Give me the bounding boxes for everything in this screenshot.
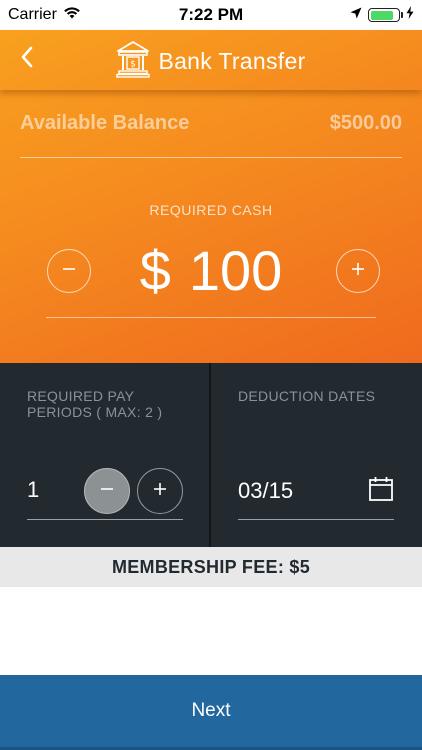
membership-fee-text: MEMBERSHIP FEE: $5 — [111, 556, 311, 577]
amount-value: 100 — [188, 238, 283, 302]
increase-pay-periods-button[interactable] — [137, 468, 183, 514]
deduction-date-underline — [238, 519, 394, 520]
plus-icon — [151, 480, 169, 503]
minus-icon — [98, 480, 116, 503]
calendar-button[interactable] — [366, 476, 396, 506]
decrease-pay-periods-button[interactable] — [84, 468, 130, 514]
pay-settings-panel: REQUIRED PAY PERIODS ( MAX: 2 ) 1 DEDUCT… — [0, 363, 422, 547]
plus-icon — [350, 261, 366, 282]
membership-fee-bar: MEMBERSHIP FEE: $5 — [0, 547, 422, 587]
balance-divider — [20, 157, 402, 158]
location-arrow-icon — [350, 6, 362, 24]
calendar-icon — [368, 476, 394, 507]
svg-text:$: $ — [131, 60, 137, 70]
amount-divider — [46, 317, 376, 318]
pay-periods-underline — [27, 519, 183, 520]
deduction-dates-label: DEDUCTION DATES — [238, 388, 376, 404]
bank-icon: $ — [116, 40, 151, 83]
page-title: Bank Transfer — [158, 48, 306, 74]
battery-level — [370, 10, 393, 20]
status-right-group — [350, 6, 414, 24]
available-balance-row: Available Balance $500.00 — [20, 112, 402, 135]
next-button-label: Next — [191, 700, 231, 721]
available-balance-label: Available Balance — [20, 112, 190, 134]
amount-currency: $ — [139, 238, 171, 302]
pay-periods-label: REQUIRED PAY PERIODS ( MAX: 2 ) — [27, 388, 163, 420]
nav-title-group: $ Bank Transfer — [0, 40, 422, 83]
status-bar: Carrier 7:22 PM — [0, 0, 422, 30]
next-button[interactable]: Next — [0, 675, 422, 750]
increase-cash-button[interactable] — [336, 249, 380, 293]
available-balance-value: $500.00 — [329, 112, 402, 134]
nav-bar: $ Bank Transfer — [0, 30, 422, 90]
battery-icon — [368, 8, 403, 22]
charging-bolt-icon — [406, 6, 414, 24]
required-cash-label: REQUIRED CASH — [149, 202, 273, 218]
pay-periods-value[interactable]: 1 — [27, 477, 39, 503]
transfer-header-panel: $ Bank Transfer Available Balance $500.0… — [0, 30, 422, 363]
column-divider — [209, 363, 211, 547]
deduction-date-value[interactable]: 03/15 — [238, 478, 293, 504]
